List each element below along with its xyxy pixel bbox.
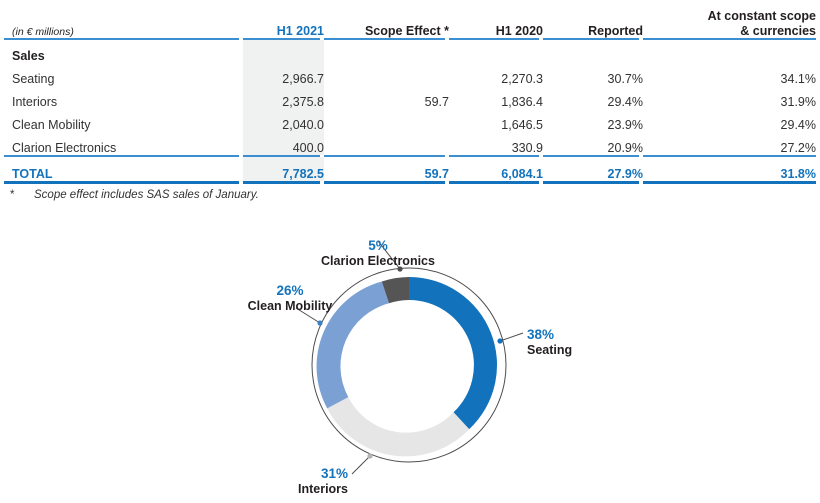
column-header-reported: Reported xyxy=(588,23,643,38)
total-bottom-rule-seg-reported xyxy=(543,181,643,184)
cell-clarion-h1-2021: 400.0 xyxy=(243,132,324,155)
table-row: Interiors 2,375.8 59.7 1,836.4 29.4% 31.… xyxy=(4,86,816,109)
donut-label-name-clean-mobility: Clean Mobility xyxy=(248,299,333,313)
financial-table: (in € millions) H1 2021 Scope Effect * H… xyxy=(0,0,820,184)
donut-label-pct-seating: 38% xyxy=(527,327,554,342)
donut-label-name-interiors: Interiors xyxy=(298,482,348,496)
leader-line-seating xyxy=(499,332,524,342)
cell-interiors-h1-2020: 1,836.4 xyxy=(501,95,543,109)
column-header-constant-line1: At constant scope xyxy=(707,9,816,24)
cell-seating-scope-effect xyxy=(324,63,449,86)
cell-total-h1-2021: 7,782.5 xyxy=(243,157,324,181)
cell-clean-mobility-constant: 29.4% xyxy=(780,118,816,132)
row-label-seating: Seating xyxy=(12,72,55,86)
sales-table: (in € millions) H1 2021 Scope Effect * H… xyxy=(4,0,816,184)
section-cell-constant xyxy=(643,40,816,63)
cell-total-constant: 31.8% xyxy=(780,167,816,181)
total-bottom-rule-seg-scope xyxy=(324,181,449,184)
column-header-h1-2021: H1 2021 xyxy=(276,23,324,38)
section-label-sales: Sales xyxy=(12,49,45,63)
total-bottom-rule-seg-h1-2021 xyxy=(243,181,324,184)
donut-label-pct-clarion-electronics: 5% xyxy=(368,238,388,253)
total-bottom-rule-seg-h1-2020 xyxy=(449,181,543,184)
cell-clean-mobility-h1-2020: 1,646.5 xyxy=(501,118,543,132)
cell-total-h1-2020: 6,084.1 xyxy=(501,167,543,181)
footnote: * Scope effect includes SAS sales of Jan… xyxy=(10,189,510,201)
cell-interiors-constant: 31.9% xyxy=(780,95,816,109)
column-header-scope-effect: Scope Effect * xyxy=(364,23,449,38)
column-header-unit: (in € millions) xyxy=(12,25,74,38)
column-header-constant-line2: & currencies xyxy=(740,23,816,38)
table-row: Seating 2,966.7 2,270.3 30.7% 34.1% xyxy=(4,63,816,86)
cell-seating-h1-2020: 2,270.3 xyxy=(501,72,543,86)
cell-clean-mobility-h1-2021: 2,040.0 xyxy=(243,109,324,132)
cell-seating-constant: 34.1% xyxy=(780,72,816,86)
column-header-constant-scope: At constant scope & currencies xyxy=(643,0,816,38)
row-label-total: TOTAL xyxy=(12,167,53,181)
donut-segment-seating xyxy=(409,277,498,430)
cell-clean-mobility-reported: 23.9% xyxy=(607,118,643,132)
column-header-h1-2020: H1 2020 xyxy=(495,23,543,38)
section-cell-scope xyxy=(324,40,449,63)
total-bottom-rule-seg-label xyxy=(4,181,243,184)
leader-dot-interiors xyxy=(367,453,373,459)
table-row-section-sales: Sales xyxy=(4,40,816,63)
total-bottom-rule xyxy=(4,181,816,184)
cell-interiors-h1-2021: 2,375.8 xyxy=(243,86,324,109)
section-cell-reported xyxy=(543,40,643,63)
section-cell-h1-2020 xyxy=(449,40,543,63)
footnote-text: Scope effect includes SAS sales of Janua… xyxy=(34,189,259,201)
cell-seating-h1-2021: 2,966.7 xyxy=(243,63,324,86)
cell-clarion-h1-2020: 330.9 xyxy=(511,141,543,155)
cell-clarion-constant: 27.2% xyxy=(780,141,816,155)
table-row-total: TOTAL 7,782.5 59.7 6,084.1 27.9% 31.8% xyxy=(4,157,816,181)
donut-label-name-seating: Seating xyxy=(527,343,572,357)
row-label-clean-mobility: Clean Mobility xyxy=(12,118,91,132)
cell-interiors-scope-effect: 59.7 xyxy=(424,95,449,109)
table-row: Clarion Electronics 400.0 330.9 20.9% 27… xyxy=(4,132,816,155)
sales-breakdown-donut-chart: 5% Clarion Electronics 26% Clean Mobilit… xyxy=(0,228,820,503)
cell-total-scope-effect: 59.7 xyxy=(424,167,449,181)
cell-seating-reported: 30.7% xyxy=(607,72,643,86)
cell-interiors-reported: 29.4% xyxy=(607,95,643,109)
cell-clarion-scope-effect xyxy=(324,132,449,155)
row-label-clarion-electronics: Clarion Electronics xyxy=(12,141,117,155)
leader-dot-seating xyxy=(497,338,503,344)
donut-label-pct-interiors: 31% xyxy=(321,466,348,481)
leader-line-interiors xyxy=(351,455,371,475)
donut-svg: 5% Clarion Electronics 26% Clean Mobilit… xyxy=(248,238,573,496)
table-header-row: (in € millions) H1 2021 Scope Effect * H… xyxy=(4,0,816,38)
cell-clean-mobility-scope-effect xyxy=(324,109,449,132)
table-header: (in € millions) H1 2021 Scope Effect * H… xyxy=(4,0,816,40)
table-body: Sales Seating 2,966.7 2,270.3 30.7% 34.1… xyxy=(4,40,816,184)
donut-label-pct-clean-mobility: 26% xyxy=(276,283,303,298)
donut-segment-interiors xyxy=(327,397,470,457)
cell-total-reported: 27.9% xyxy=(607,167,643,181)
leader-dot-clean-mobility xyxy=(317,320,323,326)
table-row: Clean Mobility 2,040.0 1,646.5 23.9% 29.… xyxy=(4,109,816,132)
donut-label-name-clarion-electronics: Clarion Electronics xyxy=(321,254,435,268)
footnote-marker: * xyxy=(10,189,15,201)
row-label-interiors: Interiors xyxy=(12,95,58,109)
cell-clarion-reported: 20.9% xyxy=(607,141,643,155)
section-cell-h1-2021 xyxy=(243,40,324,63)
total-bottom-rule-seg-constant xyxy=(643,181,816,184)
